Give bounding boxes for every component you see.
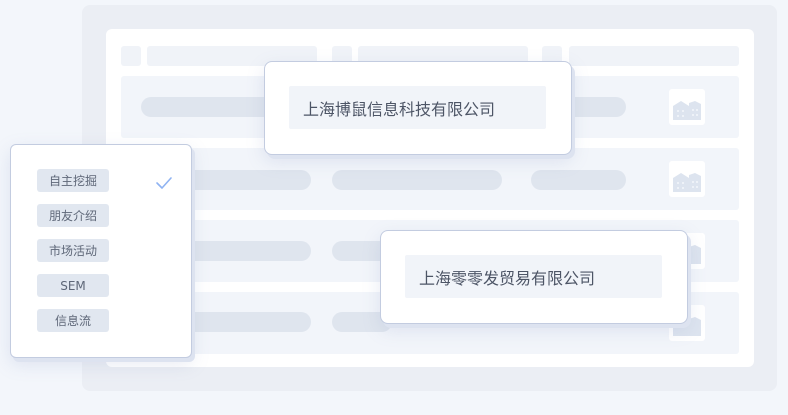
menu-option-self-mining[interactable]: 自主挖掘: [37, 169, 109, 192]
row-placeholder: [531, 170, 626, 190]
source-dropdown-menu: 自主挖掘 朋友介绍 市场活动 SEM 信息流: [10, 144, 192, 358]
menu-option-marketing-event[interactable]: 市场活动: [37, 239, 109, 262]
menu-option-sem[interactable]: SEM: [37, 274, 109, 297]
company-name: 上海博鼠信息科技有限公司: [289, 86, 546, 129]
table-header-cell: [569, 46, 739, 66]
row-placeholder: [332, 170, 502, 190]
menu-option-friend-referral[interactable]: 朋友介绍: [37, 204, 109, 227]
company-card[interactable]: 上海博鼠信息科技有限公司: [264, 61, 572, 155]
building-icon: [669, 161, 705, 197]
table-header-cell: [121, 46, 141, 66]
company-card[interactable]: 上海零零发贸易有限公司: [380, 230, 688, 324]
company-name: 上海零零发贸易有限公司: [405, 255, 662, 298]
building-icon: [669, 89, 705, 125]
menu-option-feed[interactable]: 信息流: [37, 309, 109, 332]
check-icon: [155, 175, 173, 194]
